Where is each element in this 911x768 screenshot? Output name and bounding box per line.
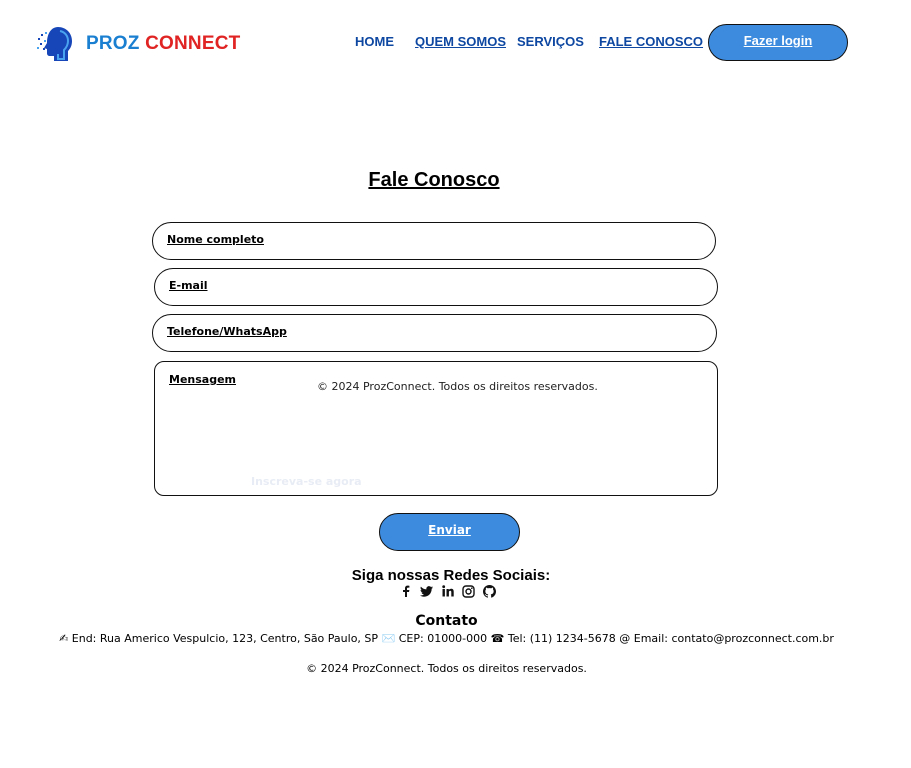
brand-part-2: CONNECT (145, 33, 241, 54)
social-links (398, 583, 497, 599)
nav-fale-conosco[interactable]: FALE CONOSCO (599, 34, 703, 49)
page-title: Fale Conosco (368, 169, 500, 191)
phone-text: ☎ Tel: (11) 1234-5678 (490, 632, 616, 645)
phone-field[interactable]: Telefone/WhatsApp (152, 314, 717, 352)
name-label: Nome completo (167, 233, 264, 246)
brand-part-1: PROZ (86, 33, 140, 54)
contact-title: Contato (415, 613, 478, 629)
brand-name: PROZ CONNECT (86, 33, 240, 55)
login-button[interactable]: Fazer login (708, 24, 848, 61)
nav-home[interactable]: HOME (355, 34, 394, 49)
twitter-icon[interactable] (419, 584, 434, 599)
email-text: @ Email: contato@prozconnect.com.br (619, 632, 834, 645)
nav-servicos[interactable]: SERVIÇOS (517, 34, 584, 49)
phone-label: Telefone/WhatsApp (167, 325, 287, 338)
footer-copyright: © 2024 ProzConnect. Todos os direitos re… (306, 662, 587, 675)
social-title: Siga nossas Redes Sociais: (351, 567, 551, 584)
email-field[interactable]: E-mail (154, 268, 718, 306)
nav-quem-somos[interactable]: QUEM SOMOS (415, 34, 506, 49)
overlay-copyright: © 2024 ProzConnect. Todos os direitos re… (317, 380, 598, 393)
email-label: E-mail (169, 279, 208, 292)
instagram-icon[interactable] (461, 584, 476, 599)
linkedin-icon[interactable] (440, 584, 455, 599)
submit-button[interactable]: Enviar (379, 513, 520, 551)
address-text: ✍ End: Rua Americo Vespulcio, 123, Centr… (59, 632, 379, 645)
cep-text: ✉️ CEP: 01000-000 (381, 632, 488, 645)
github-icon[interactable] (482, 584, 497, 599)
message-label: Mensagem (169, 373, 237, 386)
logo-icon (36, 24, 76, 64)
subscribe-link[interactable]: Inscreva-se agora (251, 475, 362, 488)
name-field[interactable]: Nome completo (152, 222, 716, 260)
contact-info: ✍ End: Rua Americo Vespulcio, 123, Centr… (0, 632, 893, 645)
facebook-icon[interactable] (398, 584, 413, 599)
